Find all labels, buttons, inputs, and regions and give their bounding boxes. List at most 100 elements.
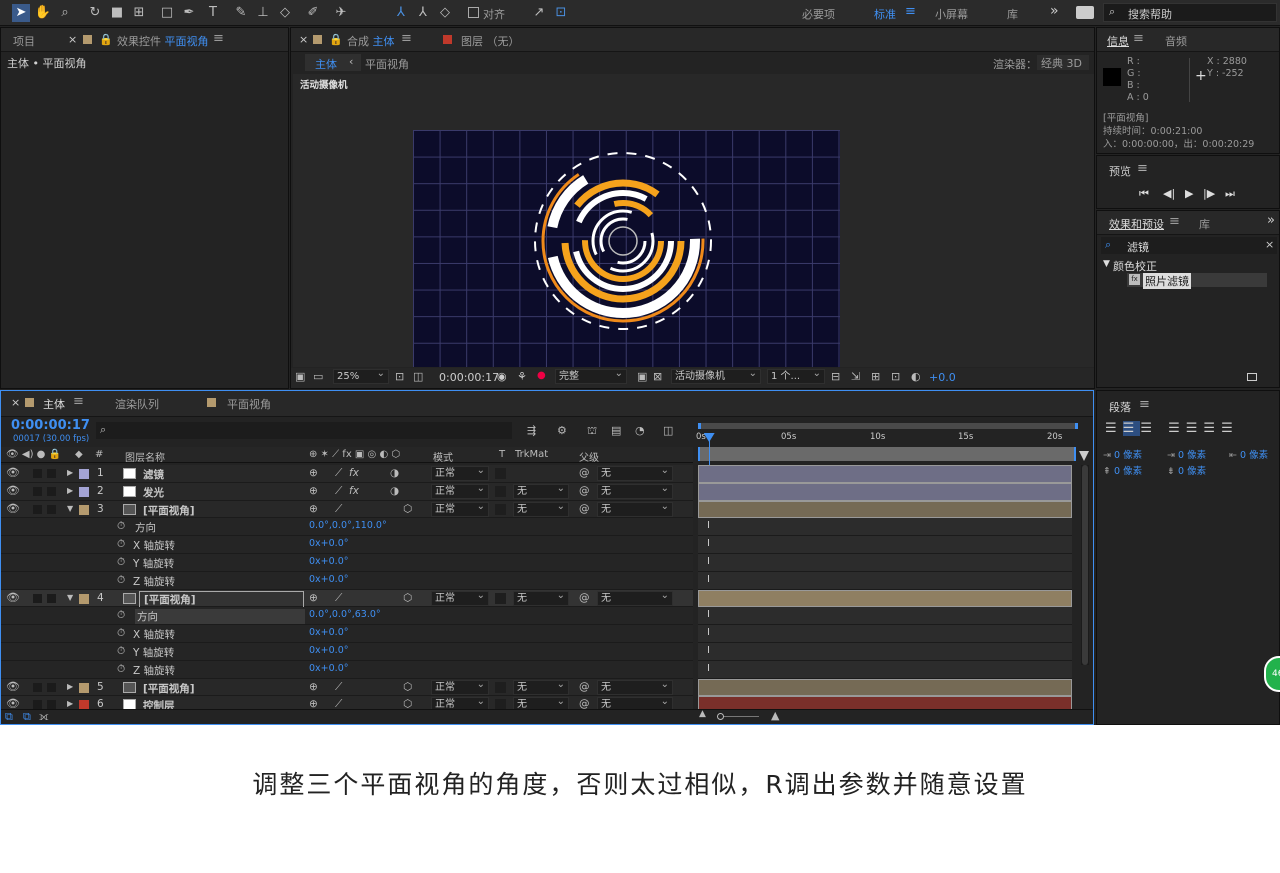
align-right-icon[interactable]: ☰ <box>1140 421 1158 436</box>
property-row[interactable]: ⏱ Z 轴旋转 0x+0.0° <box>1 660 693 679</box>
preserve-transparency-toggle[interactable] <box>495 592 506 604</box>
keyframe-marker-icon[interactable]: I <box>707 663 710 674</box>
layer-duration-bar[interactable] <box>698 500 1072 519</box>
visibility-eye-icon[interactable]: 👁 <box>6 484 20 497</box>
comp-nav-next[interactable]: 平面视角 <box>365 56 409 72</box>
eraser-tool-icon[interactable]: ◇ <box>276 4 294 22</box>
switch-shy-icon[interactable]: ⊕ <box>309 485 318 497</box>
graph-editor-icon[interactable]: ◫ <box>663 424 673 437</box>
expand-triangle-icon[interactable]: ▼ <box>67 504 73 513</box>
3d-layer-icon[interactable]: ⬡ <box>403 681 412 693</box>
switch-shy-icon[interactable]: ⊕ <box>309 467 318 479</box>
flowchart-icon[interactable]: ⊡ <box>891 370 900 383</box>
hand-tool-icon[interactable]: ✋ <box>34 4 52 22</box>
trkmat-select[interactable]: 无 <box>513 589 569 606</box>
property-value[interactable]: 0x+0.0° <box>309 645 348 656</box>
pick-whip-icon[interactable]: @ <box>579 485 590 497</box>
expand-triangle-icon[interactable]: ▶ <box>67 682 73 691</box>
camera-select[interactable]: 活动摄像机 <box>671 367 761 384</box>
tab-timeline-main[interactable]: 主体 <box>43 396 65 412</box>
timeline-search-field[interactable]: ⌕ <box>96 422 512 439</box>
switch-shy-icon[interactable]: ⊕ <box>309 503 318 515</box>
work-area-bar[interactable] <box>698 423 1078 429</box>
panel-menu-icon[interactable]: ≡ <box>1139 397 1150 412</box>
rotate-tool-icon[interactable]: ↻ <box>86 4 104 22</box>
solo-toggle[interactable] <box>33 486 42 496</box>
property-name[interactable]: Y 轴旋转 <box>133 645 174 660</box>
zoom-in-icon[interactable]: ▲ <box>771 709 779 722</box>
table-row[interactable]: 👁 ▶ 2 发光 ⊕ ⟋ fx ◑ 正常 无 @ 无 <box>1 482 693 501</box>
property-value[interactable]: 0x+0.0° <box>309 627 348 638</box>
tab-effects-presets[interactable]: 效果和预设 <box>1109 216 1164 232</box>
frame-blending-icon[interactable]: ▤ <box>611 424 621 437</box>
property-name[interactable]: 方向 <box>135 609 305 625</box>
property-name[interactable]: 方向 <box>135 520 156 535</box>
region-icon[interactable]: ⊡ <box>395 370 404 383</box>
layer-name[interactable]: [平面视角] <box>143 681 195 696</box>
more-workspaces-icon[interactable]: » <box>1050 3 1059 19</box>
justify-right-icon[interactable]: ☰ <box>1203 421 1221 436</box>
comp-viewer[interactable]: 活动摄像机 <box>293 74 1094 367</box>
panel-menu-icon[interactable]: ≡ <box>1169 214 1180 229</box>
indent-right-value[interactable]: 0 像素 <box>1240 450 1268 461</box>
first-frame-icon[interactable]: ⏮ <box>1139 187 1149 201</box>
blend-mode-select[interactable]: 正常 <box>431 482 489 499</box>
blend-mode-select[interactable]: 正常 <box>431 464 489 481</box>
property-row[interactable]: ⏱ 方向 0.0°,0.0°,110.0° <box>1 518 693 537</box>
local-axis-icon[interactable]: ⅄ <box>392 4 410 22</box>
grid-toggle-icon[interactable]: ⊠ <box>653 370 662 383</box>
layer-duration-bar[interactable] <box>698 589 1072 608</box>
end-marker-icon[interactable] <box>1079 451 1089 461</box>
prev-frame-icon[interactable]: ◀| <box>1163 187 1175 200</box>
snap-grid-icon[interactable]: ⊡ <box>552 4 570 22</box>
trkmat-select[interactable]: 无 <box>513 500 569 517</box>
stopwatch-icon[interactable]: ⏱ <box>117 627 125 640</box>
align-left-icon[interactable]: ☰ <box>1105 421 1123 436</box>
toggle-switches-icon[interactable]: ⧉ <box>5 710 13 724</box>
preserve-transparency-toggle[interactable] <box>495 503 506 515</box>
views-select[interactable]: 1 个... <box>767 367 825 384</box>
table-row[interactable]: 👁 ▶ 5 [平面视角] ⊕ ⟋ ⬡ 正常 无 @ 无 <box>1 678 693 697</box>
expand-triangle-icon[interactable]: ▶ <box>67 699 73 708</box>
selection-tool-icon[interactable]: ➤ <box>12 4 30 22</box>
toggle-pixel-icon[interactable]: ⊟ <box>831 370 840 383</box>
layer-name[interactable]: [平面视角] <box>143 503 195 518</box>
workspace-essentials[interactable]: 必要项 <box>802 6 835 22</box>
property-name[interactable]: X 轴旋转 <box>133 538 175 553</box>
panel-menu-icon[interactable]: ≡ <box>1137 161 1148 176</box>
effects-search-field[interactable]: ⌕ 滤镜 × <box>1101 237 1277 254</box>
property-value[interactable]: 0x+0.0° <box>309 574 348 585</box>
parent-select[interactable]: 无 <box>597 500 673 517</box>
close-icon[interactable]: × <box>68 33 77 46</box>
property-value[interactable]: 0x+0.0° <box>309 663 348 674</box>
tab-timeline-plane[interactable]: 平面视角 <box>227 396 271 412</box>
timeline-scrollbar[interactable] <box>1081 465 1089 665</box>
comp-nav-active[interactable]: 主体 ‹ <box>305 54 361 71</box>
layer-name[interactable]: 滤镜 <box>143 467 164 482</box>
property-row[interactable]: ⏱ X 轴旋转 0x+0.0° <box>1 625 693 643</box>
snapshot-icon[interactable]: ◉ <box>497 370 507 383</box>
zoom-slider-thumb[interactable] <box>717 713 724 720</box>
parent-select[interactable]: 无 <box>597 482 673 499</box>
transparency-grid-icon[interactable]: ◫ <box>413 370 423 383</box>
property-name[interactable]: X 轴旋转 <box>133 627 175 642</box>
table-row[interactable]: 👁 ▼ 3 [平面视角] ⊕ ⟋ ⬡ 正常 无 @ 无 <box>1 500 693 519</box>
switch-shy-icon[interactable]: ⊕ <box>309 592 318 604</box>
renderer-value[interactable]: 经典 3D <box>1037 55 1089 70</box>
workspace-standard[interactable]: 标准 <box>874 6 896 22</box>
camera-tool-icon[interactable]: ■ <box>108 4 126 22</box>
table-row[interactable]: 👁 ▶ 1 滤镜 ⊕ ⟋ fx ◑ 正常 @ 无 <box>1 464 693 483</box>
more-tabs-icon[interactable]: » <box>1267 213 1275 228</box>
zoom-tool-icon[interactable]: ⌕ <box>56 4 74 22</box>
lock-toggle[interactable] <box>47 469 56 478</box>
tab-library[interactable]: 库 <box>1199 216 1210 232</box>
pan-behind-tool-icon[interactable]: ⊞ <box>130 4 148 22</box>
snap-checkbox[interactable] <box>468 7 479 18</box>
panel-menu-icon[interactable]: ≡ <box>213 31 224 46</box>
align-center-icon[interactable]: ☰ <box>1122 421 1141 436</box>
switch-quality-icon[interactable]: ⟋ <box>335 681 342 694</box>
adjustment-layer-icon[interactable]: ◑ <box>390 485 399 497</box>
blend-mode-select[interactable]: 正常 <box>431 589 489 606</box>
keyframe-marker-icon[interactable]: I <box>707 556 710 567</box>
indent-left-value[interactable]: 0 像素 <box>1114 450 1142 461</box>
